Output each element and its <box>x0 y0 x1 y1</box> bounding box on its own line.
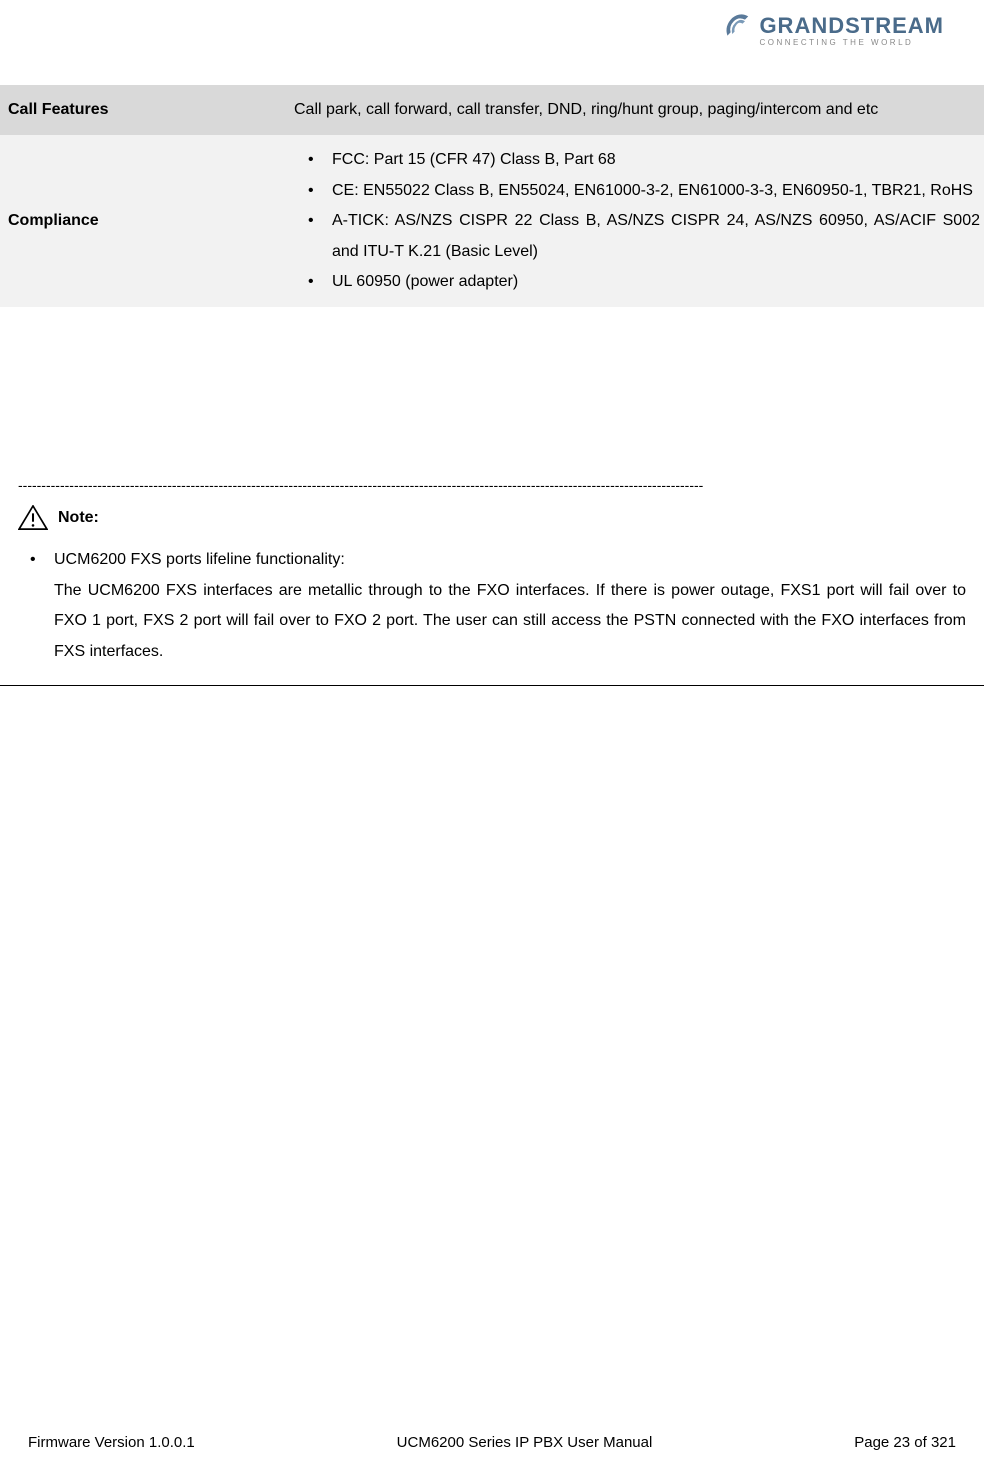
brand-name: GRANDSTREAM <box>759 13 944 39</box>
table-row: Compliance FCC: Part 15 (CFR 47) Class B… <box>0 135 984 307</box>
brand-tagline: CONNECTING THE WORLD <box>759 38 944 47</box>
list-item: UL 60950 (power adapter) <box>298 267 980 297</box>
spec-value-compliance: FCC: Part 15 (CFR 47) Class B, Part 68 C… <box>290 135 984 307</box>
spec-table: Call Features Call park, call forward, c… <box>0 85 984 307</box>
list-item: UCM6200 FXS ports lifeline functionality… <box>18 545 966 667</box>
table-row: Call Features Call park, call forward, c… <box>0 85 984 135</box>
note-list: UCM6200 FXS ports lifeline functionality… <box>18 545 966 667</box>
note-item-body: The UCM6200 FXS interfaces are metallic … <box>54 576 966 667</box>
note-header: Note: <box>18 505 966 531</box>
warning-icon <box>18 505 48 531</box>
spec-label-compliance: Compliance <box>0 135 290 307</box>
brand-logo: GRANDSTREAM CONNECTING THE WORLD <box>721 10 944 47</box>
list-item: A-TICK: AS/NZS CISPR 22 Class B, AS/NZS … <box>298 206 980 267</box>
page-footer: Firmware Version 1.0.0.1 UCM6200 Series … <box>0 1434 984 1451</box>
note-block: Note: UCM6200 FXS ports lifeline functio… <box>0 505 984 686</box>
page-header: GRANDSTREAM CONNECTING THE WORLD <box>0 0 984 70</box>
list-item: FCC: Part 15 (CFR 47) Class B, Part 68 <box>298 145 980 175</box>
spec-value-call-features: Call park, call forward, call transfer, … <box>290 85 984 135</box>
footer-manual-title: UCM6200 Series IP PBX User Manual <box>397 1434 653 1451</box>
dashed-divider: ----------------------------------------… <box>18 477 966 493</box>
footer-firmware-version: Firmware Version 1.0.0.1 <box>28 1434 195 1451</box>
list-item: CE: EN55022 Class B, EN55024, EN61000-3-… <box>298 176 980 206</box>
grandstream-logo-icon <box>721 10 753 42</box>
spec-label-call-features: Call Features <box>0 85 290 135</box>
note-item-title: UCM6200 FXS ports lifeline functionality… <box>54 545 966 575</box>
footer-page-number: Page 23 of 321 <box>854 1434 956 1451</box>
note-label: Note: <box>58 509 99 527</box>
